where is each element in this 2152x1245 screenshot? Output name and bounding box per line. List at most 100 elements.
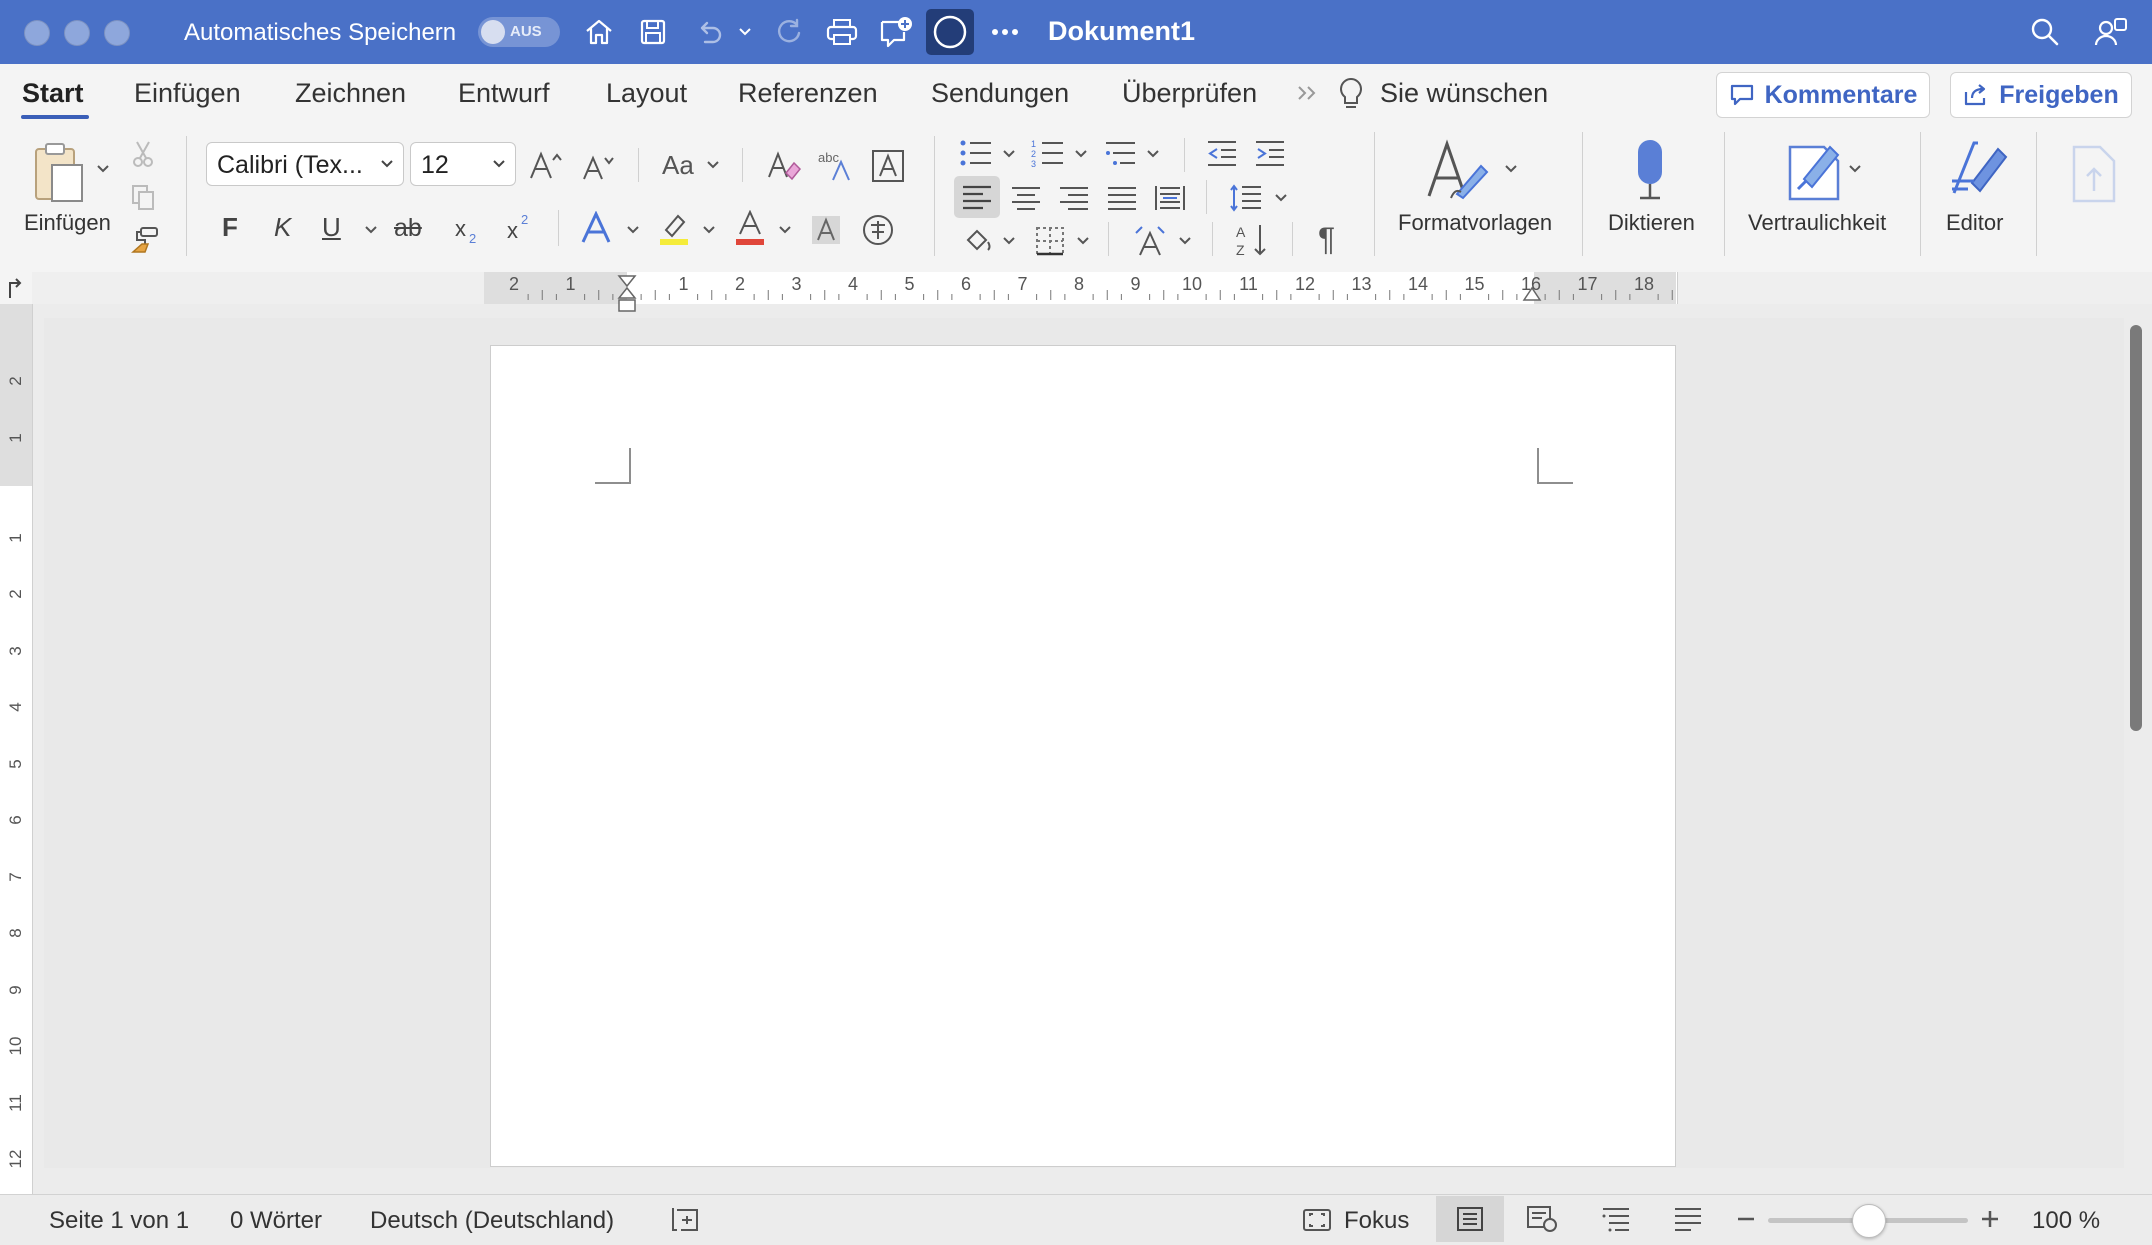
zoom-window-button[interactable] (104, 20, 130, 46)
numbering-chevron-icon[interactable] (1072, 145, 1090, 163)
right-indent-marker[interactable] (1521, 284, 1543, 304)
comments-button[interactable]: Kommentare (1716, 72, 1930, 118)
tab-ueberpruefen[interactable]: Überprüfen (1122, 78, 1257, 109)
font-color-chevron-icon[interactable] (776, 221, 794, 239)
language-status[interactable]: Deutsch (Deutschland) (370, 1207, 614, 1235)
borders-chevron-icon[interactable] (1074, 232, 1092, 250)
microphone-icon[interactable] (1620, 134, 1680, 204)
undo-dropdown-chevron-icon[interactable] (734, 20, 756, 44)
strikethrough-button[interactable]: ab (394, 214, 422, 243)
shading-chevron-icon[interactable] (1000, 232, 1018, 250)
character-border-icon[interactable] (868, 146, 908, 186)
phonetic-guide-icon[interactable] (858, 210, 898, 250)
asian-layout-chevron-icon[interactable] (1176, 232, 1194, 250)
draft-view-icon[interactable] (1670, 1204, 1706, 1234)
focus-icon[interactable] (1300, 1206, 1334, 1234)
increase-font-size-icon[interactable] (526, 145, 566, 185)
numbering-icon[interactable]: 123 (1028, 133, 1068, 173)
new-comment-icon[interactable] (875, 11, 917, 53)
copy-icon[interactable] (126, 180, 160, 214)
format-painter-icon[interactable] (126, 222, 162, 258)
cut-icon[interactable] (126, 137, 160, 171)
print-icon[interactable] (821, 11, 863, 53)
more-options-icon[interactable] (984, 11, 1026, 53)
asian-layout-icon[interactable] (1130, 221, 1170, 261)
word-count[interactable]: 0 Wörter (230, 1207, 322, 1235)
change-case-chevron-icon[interactable] (704, 156, 722, 174)
undo-icon[interactable] (688, 11, 730, 53)
home-icon[interactable] (578, 11, 620, 53)
show-formatting-marks-icon[interactable]: ¶ (1318, 221, 1335, 258)
align-center-icon[interactable] (1006, 178, 1046, 218)
sort-icon[interactable]: AZ (1232, 220, 1272, 260)
font-color-icon[interactable] (730, 208, 770, 248)
zoom-out-icon[interactable] (1732, 1208, 1760, 1230)
bold-button[interactable]: F (222, 212, 238, 243)
account-icon[interactable] (2090, 11, 2132, 53)
justify-icon[interactable] (1102, 178, 1142, 218)
save-icon[interactable] (632, 11, 674, 53)
zoom-percentage[interactable]: 100 % (2032, 1207, 2100, 1235)
more-tabs-chevron-icon[interactable] (1294, 80, 1322, 106)
multilevel-chevron-icon[interactable] (1144, 145, 1162, 163)
font-name-dropdown[interactable]: Calibri (Tex... (206, 142, 404, 186)
page-count[interactable]: Seite 1 von 1 (49, 1207, 189, 1235)
tab-zeichnen[interactable]: Zeichnen (295, 78, 406, 109)
paste-icon[interactable] (24, 140, 96, 208)
highlight-color-icon[interactable] (654, 208, 694, 248)
search-icon[interactable] (2024, 11, 2066, 53)
tab-start[interactable]: Start (22, 78, 84, 109)
clear-formatting-icon[interactable] (764, 146, 804, 186)
highlight-chevron-icon[interactable] (700, 221, 718, 239)
text-effects-chevron-icon[interactable] (624, 221, 642, 239)
accessibility-check-icon[interactable] (668, 1204, 702, 1236)
decrease-font-size-icon[interactable] (578, 147, 618, 187)
paste-options-chevron-icon[interactable] (94, 160, 112, 178)
shading-icon[interactable] (958, 221, 998, 261)
web-layout-icon[interactable] (1524, 1204, 1560, 1234)
align-left-button[interactable] (954, 176, 1000, 218)
vertical-scrollbar-thumb[interactable] (2130, 325, 2142, 731)
document-page[interactable] (490, 345, 1676, 1167)
print-layout-view-button[interactable] (1436, 1196, 1504, 1242)
styles-icon[interactable] (1424, 134, 1496, 204)
text-effects-icon[interactable] (576, 208, 616, 248)
font-size-dropdown[interactable]: 12 (410, 142, 516, 186)
minimize-window-button[interactable] (64, 20, 90, 46)
editor-icon[interactable] (1940, 134, 2014, 204)
underline-button[interactable]: U (322, 212, 341, 243)
change-case-button[interactable]: Aa (662, 150, 694, 181)
share-document-icon[interactable] (2064, 140, 2126, 208)
multilevel-list-icon[interactable] (1100, 133, 1140, 173)
sensitivity-chevron-icon[interactable] (1846, 160, 1864, 178)
zoom-slider-thumb[interactable] (1852, 1204, 1886, 1238)
character-shading-icon[interactable] (806, 210, 846, 250)
tell-me-search[interactable]: Sie wünschen (1380, 78, 1548, 109)
subscript-icon[interactable]: x2 (448, 210, 488, 250)
styles-chevron-icon[interactable] (1502, 160, 1520, 178)
tab-sendungen[interactable]: Sendungen (931, 78, 1069, 109)
distributed-icon[interactable] (1150, 178, 1190, 218)
superscript-icon[interactable]: x2 (500, 208, 540, 248)
text-effects-abc-icon[interactable]: abc (816, 146, 856, 186)
sensitivity-icon[interactable] (1780, 134, 1850, 204)
bullets-icon[interactable] (956, 133, 996, 173)
line-spacing-icon[interactable] (1226, 178, 1266, 218)
focus-label[interactable]: Fokus (1344, 1207, 1409, 1235)
borders-icon[interactable] (1030, 221, 1070, 261)
autosave-toggle[interactable]: AUS (478, 17, 560, 47)
close-window-button[interactable] (24, 20, 50, 46)
decrease-indent-icon[interactable] (1202, 133, 1242, 173)
italic-button[interactable]: K (274, 212, 291, 243)
zoom-in-icon[interactable] (1976, 1206, 2004, 1232)
increase-indent-icon[interactable] (1250, 133, 1290, 173)
outline-view-icon[interactable] (1598, 1204, 1634, 1234)
align-right-icon[interactable] (1054, 178, 1094, 218)
share-button[interactable]: Freigeben (1950, 72, 2132, 118)
tab-referenzen[interactable]: Referenzen (738, 78, 878, 109)
tab-layout[interactable]: Layout (606, 78, 687, 109)
record-macro-icon[interactable] (926, 9, 974, 55)
underline-chevron-icon[interactable] (362, 221, 380, 239)
indent-marker[interactable] (616, 274, 638, 316)
tab-entwurf[interactable]: Entwurf (458, 78, 550, 109)
